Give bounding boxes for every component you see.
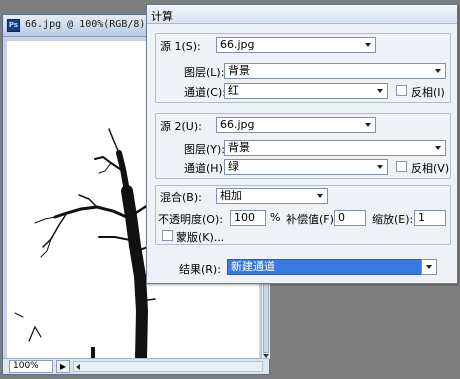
- source1-layer-label: 图层(L):: [184, 66, 225, 79]
- source2-group: 源 2(U): 66.jpg 图层(Y): 背景 通道(H): 绿 反相(V): [155, 113, 451, 179]
- result-label: 结果(R):: [179, 263, 221, 276]
- result-dropdown-button[interactable]: [421, 259, 437, 275]
- source1-label: 源 1(S):: [160, 40, 201, 53]
- chevron-down-icon: [377, 165, 383, 169]
- source1-invert-label: 反相(I): [411, 86, 445, 99]
- scroll-left-arrow-icon[interactable]: [76, 364, 80, 370]
- result-select[interactable]: 新建通道: [227, 259, 437, 275]
- chevron-down-icon: [426, 265, 432, 269]
- opacity-input[interactable]: 100: [230, 210, 266, 226]
- offset-input[interactable]: 0: [334, 210, 366, 226]
- source1-file-value: 66.jpg: [220, 38, 255, 51]
- chevron-down-icon: [435, 146, 441, 150]
- status-bar: 100% ▶: [3, 358, 269, 374]
- chevron-down-icon: [435, 69, 441, 73]
- source1-layer-value: 背景: [228, 64, 250, 77]
- result-value: 新建通道: [231, 260, 275, 273]
- blending-mode-select[interactable]: 相加: [216, 188, 328, 204]
- scale-label: 缩放(E):: [372, 213, 414, 226]
- horizontal-scrollbar[interactable]: [73, 361, 263, 372]
- mask-label[interactable]: 蒙版(K)...: [176, 229, 224, 245]
- source2-layer-value: 背景: [228, 141, 250, 154]
- source1-file-select[interactable]: 66.jpg: [216, 37, 376, 53]
- source2-file-select[interactable]: 66.jpg: [216, 117, 376, 133]
- photoshop-icon: Ps: [7, 19, 20, 32]
- mask-checkbox[interactable]: [162, 230, 173, 241]
- zoom-field[interactable]: 100%: [9, 360, 53, 373]
- source1-channel-value: 红: [228, 84, 239, 97]
- chevron-down-icon: [365, 123, 371, 127]
- source2-label: 源 2(U):: [160, 120, 202, 133]
- dialog-titlebar[interactable]: 计算: [147, 5, 457, 24]
- source2-channel-select[interactable]: 绿: [224, 159, 388, 175]
- blending-group: 混合(B): 相加 不透明度(O): 100 % 补偿值(F): 0 缩放(E)…: [155, 185, 451, 245]
- chevron-down-icon: [377, 89, 383, 93]
- blending-label: 混合(B):: [160, 191, 202, 204]
- source2-layer-label: 图层(Y):: [184, 143, 226, 156]
- source2-layer-select[interactable]: 背景: [224, 140, 446, 156]
- source2-channel-value: 绿: [228, 160, 239, 173]
- source1-channel-select[interactable]: 红: [224, 83, 388, 99]
- source1-group: 源 1(S): 66.jpg 图层(L): 背景 通道(C): 红 反相(I): [155, 33, 451, 103]
- blending-mode-value: 相加: [220, 189, 242, 202]
- source2-invert-label: 反相(V): [411, 162, 450, 175]
- source2-channel-label: 通道(H):: [184, 162, 227, 175]
- scale-input[interactable]: 1: [414, 210, 446, 226]
- status-menu-icon[interactable]: ▶: [56, 360, 70, 373]
- source1-invert-checkbox[interactable]: [396, 85, 407, 96]
- document-title: 66.jpg @ 100%(RGB/8): [25, 19, 146, 30]
- opacity-percent: %: [270, 211, 281, 224]
- source1-layer-select[interactable]: 背景: [224, 63, 446, 79]
- chevron-down-icon: [365, 43, 371, 47]
- opacity-label: 不透明度(O):: [158, 213, 223, 226]
- dialog-title: 计算: [151, 10, 173, 23]
- offset-label: 补偿值(F):: [286, 213, 338, 226]
- chevron-down-icon: [317, 194, 323, 198]
- source2-invert-checkbox[interactable]: [396, 161, 407, 172]
- calculations-dialog: 计算 源 1(S): 66.jpg 图层(L): 背景 通道(C): 红 反相(…: [146, 4, 458, 284]
- source1-channel-label: 通道(C):: [184, 86, 226, 99]
- source2-file-value: 66.jpg: [220, 118, 255, 131]
